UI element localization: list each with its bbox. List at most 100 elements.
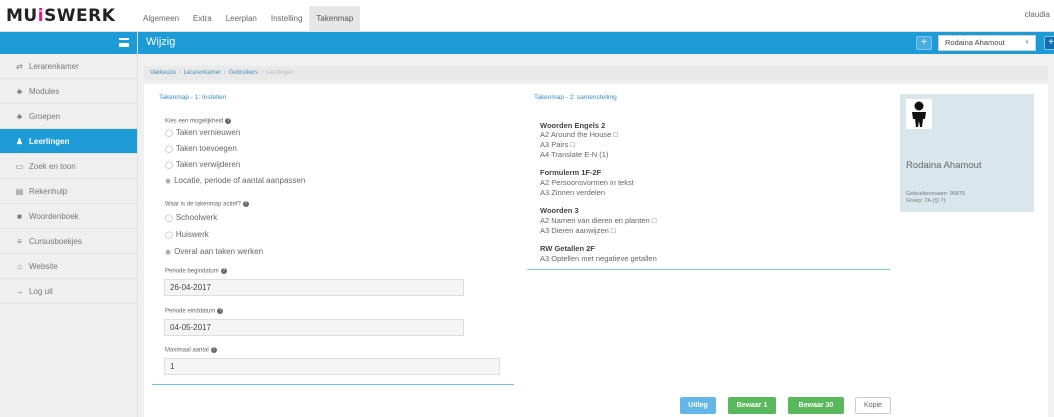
tab-extra[interactable]: Extra bbox=[186, 6, 219, 32]
breadcrumb-vakkeuze[interactable]: Vakkeuze bbox=[150, 70, 176, 76]
tab-algemeen[interactable]: Algemeen bbox=[136, 6, 186, 32]
page-header: Wijzig + Rodaina Ahamout ▼ + bbox=[138, 32, 1054, 54]
sidebar-item-log-uit[interactable]: → Log uit bbox=[0, 279, 137, 304]
radio-overal[interactable]: ◉ Overal aan taken werken bbox=[165, 247, 263, 256]
sidebar-item-label: Cursusboekjes bbox=[29, 236, 82, 246]
divider bbox=[152, 384, 514, 385]
sidebar-item-rekenhulp[interactable]: ▤ Rekenhulp bbox=[0, 179, 137, 204]
group-title: RW Getallen 2F bbox=[540, 244, 595, 253]
section-heading-samenstelling: Takenmap - 2: samenstelling bbox=[534, 94, 617, 101]
radio-taken-verwijderen[interactable]: ◯ Taken verwijderen bbox=[165, 160, 240, 169]
radio-empty-icon[interactable]: ◯ bbox=[165, 129, 173, 137]
start-date-field[interactable]: 26-04-2017 bbox=[164, 279, 464, 296]
list-item[interactable]: A2 Around the House □ bbox=[540, 130, 618, 139]
logout-icon: → bbox=[15, 286, 24, 296]
kopie-button[interactable]: Kopie bbox=[855, 397, 891, 414]
top-tabs: Algemeen Extra Leerplan Instelling Taken… bbox=[136, 6, 361, 32]
tab-leerplan[interactable]: Leerplan bbox=[219, 6, 264, 32]
main-content: Takenmap - 1: Instellen Kies een mogelij… bbox=[144, 84, 1048, 417]
swap-icon: ⇄ bbox=[16, 61, 23, 71]
list-item[interactable]: A2 Persoonsvormen in tekst bbox=[540, 178, 634, 187]
menu-icon[interactable] bbox=[119, 38, 129, 47]
modules-icon: ♣ bbox=[16, 86, 23, 96]
start-date-label: Periode begindatum? bbox=[165, 268, 227, 275]
monitor-icon: ▭ bbox=[15, 161, 24, 171]
divider bbox=[527, 269, 890, 270]
sidebar-item-label: Log uit bbox=[29, 286, 54, 296]
help-icon[interactable]: ? bbox=[220, 268, 227, 274]
sidebar-item-leerlingen[interactable]: ♟ Leerlingen bbox=[0, 129, 137, 154]
help-icon[interactable]: ? bbox=[242, 201, 249, 207]
bewaar-1-button[interactable]: Bewaar 1 bbox=[728, 397, 776, 414]
group-title: Woorden 3 bbox=[540, 206, 579, 215]
list-item[interactable]: A2 Namen van dieren en planten □ bbox=[540, 216, 656, 225]
radio-selected-icon[interactable]: ◉ bbox=[165, 248, 171, 256]
radio-empty-icon[interactable]: ◯ bbox=[165, 214, 173, 222]
end-date-label: Periode einddatum? bbox=[165, 308, 224, 315]
next-student-button[interactable]: + bbox=[1044, 36, 1054, 50]
sidebar-toggle[interactable] bbox=[0, 32, 137, 54]
sidebar-item-label: Leerlingen bbox=[29, 136, 70, 146]
plus-icon: + bbox=[921, 37, 927, 48]
radio-taken-vernieuwen[interactable]: ◯ Taken vernieuwen bbox=[165, 128, 240, 137]
section-heading-instellen: Takenmap - 1: Instellen bbox=[159, 94, 227, 101]
person-icon bbox=[912, 101, 926, 127]
profile-group: Groep: 7A (§) 7) bbox=[906, 198, 946, 204]
page-title: Wijzig bbox=[146, 36, 176, 48]
breadcrumb-gebruikers[interactable]: Gebruikers bbox=[229, 70, 258, 76]
radio-empty-icon[interactable]: ◯ bbox=[165, 161, 173, 169]
sidebar-item-woordenboek[interactable]: ■ Woordenboek bbox=[0, 204, 137, 229]
group-title: Woorden Engels 2 bbox=[540, 121, 606, 130]
bewaar-30-button[interactable]: Bewaar 30 bbox=[788, 397, 844, 414]
sidebar-item-label: Lerarenkamer bbox=[29, 61, 79, 71]
radio-empty-icon[interactable]: ◯ bbox=[165, 145, 173, 153]
list-icon: ≡ bbox=[17, 236, 22, 246]
help-icon[interactable]: ? bbox=[210, 347, 217, 353]
breadcrumb-lerarenkamer[interactable]: Lerarenkamer bbox=[184, 70, 221, 76]
radio-schoolwerk[interactable]: ◯ Schoolwerk bbox=[165, 213, 217, 222]
tab-takenmap[interactable]: Takenmap bbox=[309, 6, 361, 32]
tab-instelling[interactable]: Instelling bbox=[264, 6, 310, 32]
calculator-icon: ▤ bbox=[15, 186, 24, 196]
avatar bbox=[906, 99, 932, 129]
uitleg-button[interactable]: Uitleg bbox=[680, 397, 716, 414]
sidebar-item-groepen[interactable]: ♣ Groepen bbox=[0, 104, 137, 129]
sidebar-item-modules[interactable]: ♣ Modules bbox=[0, 79, 137, 104]
sidebar-item-label: Website bbox=[29, 261, 58, 271]
prev-student-button[interactable]: + bbox=[916, 36, 932, 50]
active-label: Waar is de takenmap actief?? bbox=[165, 201, 249, 208]
top-bar: MUiSWERK Algemeen Extra Leerplan Instell… bbox=[0, 0, 1054, 32]
breadcrumb: Vakkeuze / Lerarenkamer / Gebruikers / Leerlin… bbox=[144, 66, 1048, 80]
end-date-field[interactable]: 04-05-2017 bbox=[164, 319, 464, 336]
logo: MUiSWERK bbox=[6, 6, 116, 26]
sidebar-item-label: Groepen bbox=[29, 111, 61, 121]
profile-username: Gebruikersnaam: 96875 bbox=[906, 191, 966, 197]
list-item[interactable]: A3 Dieren aanwijzen □ bbox=[540, 226, 615, 235]
user-icon: ♟ bbox=[15, 136, 24, 146]
max-count-field[interactable]: 1 bbox=[164, 358, 500, 375]
student-select[interactable]: Rodaina Ahamout ▼ bbox=[938, 35, 1036, 51]
sidebar-item-cursusboekjes[interactable]: ≡ Cursusboekjes bbox=[0, 229, 137, 254]
list-item[interactable]: A4 Translate E-N (1) bbox=[540, 150, 608, 159]
list-item[interactable]: A3 Optellen met negatieve getallen bbox=[540, 254, 657, 263]
radio-huiswerk[interactable]: ◯ Huiswerk bbox=[165, 230, 209, 239]
user-name[interactable]: claudia bbox=[1025, 10, 1050, 19]
radio-taken-toevoegen[interactable]: ◯ Taken toevoegen bbox=[165, 144, 237, 153]
group-title: Formulerm 1F-2F bbox=[540, 168, 602, 177]
list-item[interactable]: A3 Zinnen verdelen bbox=[540, 188, 605, 197]
help-icon[interactable]: ? bbox=[217, 308, 224, 314]
website-icon: ⌂ bbox=[17, 261, 22, 271]
radio-empty-icon[interactable]: ◯ bbox=[165, 231, 173, 239]
help-icon[interactable]: ? bbox=[225, 118, 232, 124]
sidebar-item-zoek-en-toon[interactable]: ▭ Zoek en toon bbox=[0, 154, 137, 179]
sidebar-item-lerarenkamer[interactable]: ⇄ Lerarenkamer bbox=[0, 54, 137, 79]
radio-locatie-aanpassen[interactable]: ◉ Locatie, periode of aantal aanpassen bbox=[165, 176, 305, 185]
list-item[interactable]: A3 Pairs □ bbox=[540, 140, 575, 149]
sidebar: ⇄ Lerarenkamer ♣ Modules ♣ Groepen ♟ Leerlin… bbox=[0, 32, 138, 417]
breadcrumb-leerlingen: Leerlingen bbox=[265, 70, 294, 76]
student-profile-card: Rodaina Ahamout Gebruikersnaam: 96875 Gr… bbox=[900, 94, 1034, 212]
radio-selected-icon[interactable]: ◉ bbox=[165, 177, 171, 185]
choice-label: Kies een mogelijkheid? bbox=[165, 118, 232, 125]
sidebar-item-website[interactable]: ⌂ Website bbox=[0, 254, 137, 279]
max-count-label: Maximaal aantal? bbox=[165, 347, 217, 354]
